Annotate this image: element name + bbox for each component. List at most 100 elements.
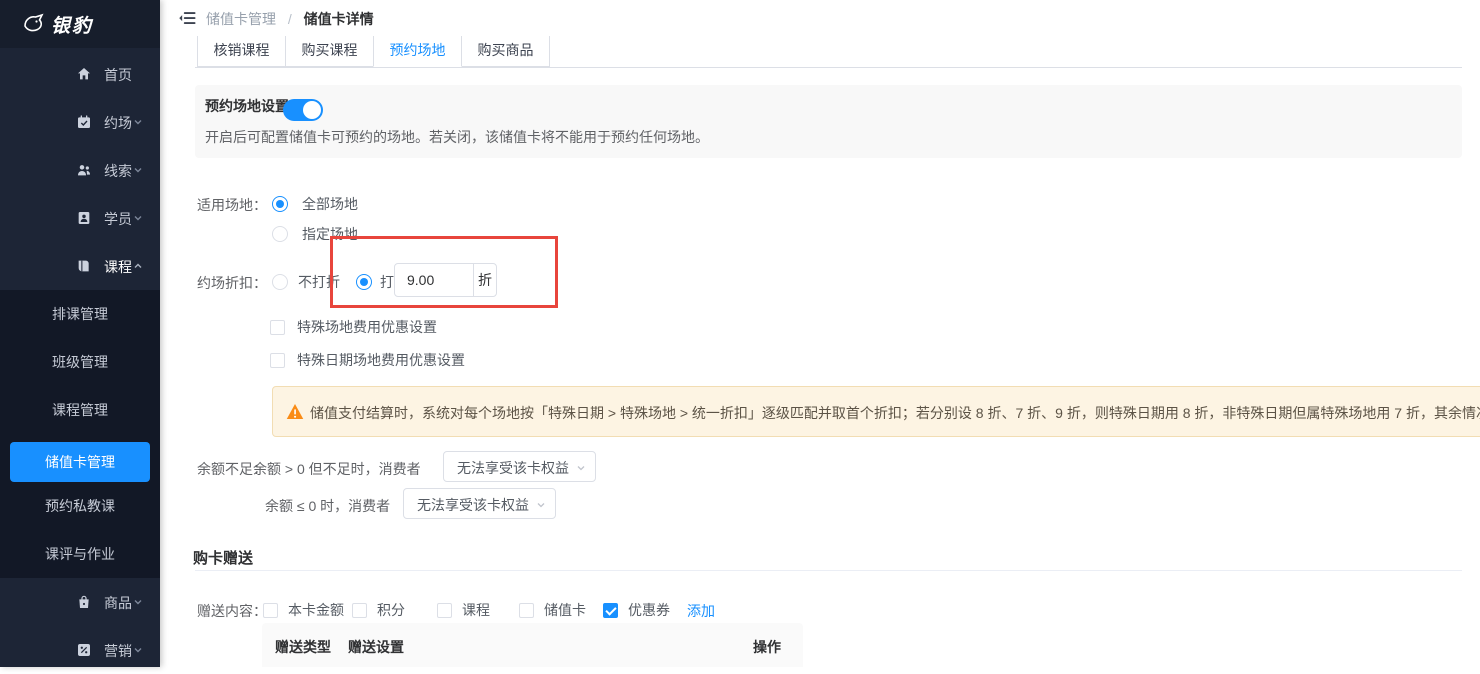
radio-discount-rate[interactable]: 打	[356, 272, 394, 292]
breadcrumb-current: 储值卡详情	[304, 11, 374, 27]
radio-icon[interactable]	[272, 274, 288, 290]
leopard-logo-icon	[22, 12, 46, 36]
special-date-offer-checkbox-row[interactable]: 特殊日期场地费用优惠设置	[270, 350, 465, 370]
applicable-venue-label: 适用场地：	[193, 195, 267, 215]
gift-option-stored-card[interactable]: 储值卡	[519, 600, 586, 620]
discount-rate-suffix: 折	[473, 264, 496, 296]
chevron-down-icon	[536, 500, 546, 510]
sidebar-item-course-mgmt[interactable]: 课程管理	[0, 386, 160, 434]
add-gift-link[interactable]: 添加	[687, 601, 715, 621]
radio-specified-venues[interactable]: 指定场地	[272, 224, 358, 244]
radio-icon[interactable]	[272, 226, 288, 242]
sidebar-item-class-mgmt[interactable]: 班级管理	[0, 338, 160, 386]
sidebar-item-leads[interactable]: 线索	[0, 146, 160, 194]
balance-condition-2: 余额 ≤ 0 时，消费者	[265, 496, 390, 516]
checkbox-icon[interactable]	[603, 603, 618, 618]
breadcrumb-parent[interactable]: 储值卡管理	[206, 11, 276, 27]
balance-select-1[interactable]: 无法享受该卡权益	[443, 451, 596, 482]
radio-all-venues[interactable]: 全部场地	[272, 194, 358, 214]
booking-discount-label: 约场折扣：	[193, 273, 267, 293]
radio-label: 全部场地	[302, 196, 358, 212]
sidebar-item-review-homework[interactable]: 课评与作业	[0, 530, 160, 578]
radio-no-discount[interactable]: 不打折	[272, 272, 340, 292]
checkbox-icon[interactable]	[263, 603, 278, 618]
radio-label: 不打折	[298, 274, 340, 290]
checkbox-icon[interactable]	[352, 603, 367, 618]
top-bar: 储值卡管理 / 储值卡详情	[160, 0, 1480, 36]
section-divider	[195, 570, 1462, 571]
toggle-knob	[303, 101, 321, 119]
sidebar-item-label: 营销	[104, 641, 132, 661]
gift-table-header-setting: 赠送设置	[348, 637, 404, 657]
student-badge-icon	[76, 210, 92, 226]
sidebar-item-label: 学员	[104, 209, 132, 229]
sidebar-item-goods[interactable]: 商品	[0, 578, 160, 626]
sub-item-label: 预约私教课	[45, 498, 115, 514]
sidebar-collapse-icon[interactable]	[177, 8, 199, 28]
sidebar-item-label: 约场	[104, 113, 132, 133]
radio-icon[interactable]	[356, 274, 372, 290]
sub-item-label: 课程管理	[52, 402, 108, 418]
tab-book-venue[interactable]: 预约场地	[373, 36, 462, 67]
checkbox-label: 特殊日期场地费用优惠设置	[297, 352, 465, 368]
shopping-bag-icon	[76, 594, 92, 610]
course-book-icon	[76, 258, 92, 274]
brand-logo[interactable]: 银豹	[0, 0, 160, 48]
checkbox-icon[interactable]	[519, 603, 534, 618]
checkbox-label: 储值卡	[544, 602, 586, 618]
chevron-down-icon	[133, 117, 143, 127]
calendar-check-icon	[76, 114, 92, 130]
checkbox-icon[interactable]	[270, 353, 285, 368]
tabbar-baseline	[195, 67, 1462, 68]
checkbox-icon[interactable]	[437, 603, 452, 618]
select-value: 无法享受该卡权益	[417, 495, 529, 515]
checkbox-label: 课程	[462, 602, 490, 618]
discount-rate-input[interactable]	[395, 264, 473, 296]
sidebar-item-students[interactable]: 学员	[0, 194, 160, 242]
venue-setting-panel: 预约场地设置 开启后可配置储值卡可预约的场地。若关闭，该储值卡将不能用于预约任何…	[195, 85, 1462, 158]
gift-option-coupon[interactable]: 优惠券	[603, 600, 670, 620]
sidebar-item-courses[interactable]: 课程	[0, 242, 160, 290]
sidebar-item-label: 首页	[104, 65, 132, 85]
breadcrumb-separator: /	[288, 11, 292, 27]
sidebar: 银豹 首页 约场 线索 学员 课程 排课管理 班级管理 课程管理 储值卡管理 预…	[0, 0, 160, 667]
tab-label: 预约场地	[390, 42, 446, 58]
sidebar-item-schedule-mgmt[interactable]: 排课管理	[0, 290, 160, 338]
chevron-down-icon	[133, 645, 143, 655]
checkbox-label: 特殊场地费用优惠设置	[297, 319, 437, 335]
chevron-down-icon	[133, 597, 143, 607]
balance-select-2[interactable]: 无法享受该卡权益	[403, 488, 556, 519]
tab-buy-course[interactable]: 购买课程	[285, 36, 374, 67]
special-venue-offer-checkbox-row[interactable]: 特殊场地费用优惠设置	[270, 317, 437, 337]
gift-content-label: 赠送内容：	[193, 601, 267, 621]
balance-condition-1: 余额 > 0 但不足时，消费者	[253, 459, 421, 479]
gift-table-header-action: 操作	[753, 637, 781, 657]
gift-table-header-type: 赠送类型	[275, 637, 331, 657]
tab-label: 购买课程	[302, 42, 358, 58]
discount-rule-warning: 储值支付结算时，系统对每个场地按「特殊日期 > 特殊场地 > 统一折扣」逐级匹配…	[272, 386, 1480, 437]
sidebar-item-home[interactable]: 首页	[0, 50, 160, 98]
tab-label: 核销课程	[214, 42, 270, 58]
warning-triangle-icon	[286, 403, 304, 420]
checkbox-icon[interactable]	[270, 320, 285, 335]
select-value: 无法享受该卡权益	[457, 458, 569, 478]
radio-icon[interactable]	[272, 196, 288, 212]
tab-buy-goods[interactable]: 购买商品	[461, 36, 550, 67]
warning-text: 储值支付结算时，系统对每个场地按「特殊日期 > 特殊场地 > 统一折扣」逐级匹配…	[310, 403, 1480, 423]
sidebar-item-label: 商品	[104, 593, 132, 613]
courses-submenu: 排课管理 班级管理 课程管理 储值卡管理 预约私教课 课评与作业	[0, 290, 160, 578]
chevron-down-icon	[133, 213, 143, 223]
gift-option-course[interactable]: 课程	[437, 600, 490, 620]
gift-option-points[interactable]: 积分	[352, 600, 405, 620]
checkbox-label: 本卡金额	[288, 602, 344, 618]
breadcrumb: 储值卡管理 / 储值卡详情	[206, 9, 374, 29]
gift-option-card-amount[interactable]: 本卡金额	[263, 600, 344, 620]
gift-section-title: 购卡赠送	[193, 547, 253, 568]
sidebar-item-stored-value-card-mgmt[interactable]: 储值卡管理	[10, 442, 150, 482]
sidebar-item-label: 线索	[104, 161, 132, 181]
tab-verify-course[interactable]: 核销课程	[197, 36, 286, 67]
venue-setting-toggle[interactable]	[283, 99, 323, 121]
sidebar-item-booking[interactable]: 约场	[0, 98, 160, 146]
sidebar-item-private-lesson[interactable]: 预约私教课	[0, 482, 160, 530]
chevron-up-icon	[133, 261, 143, 271]
